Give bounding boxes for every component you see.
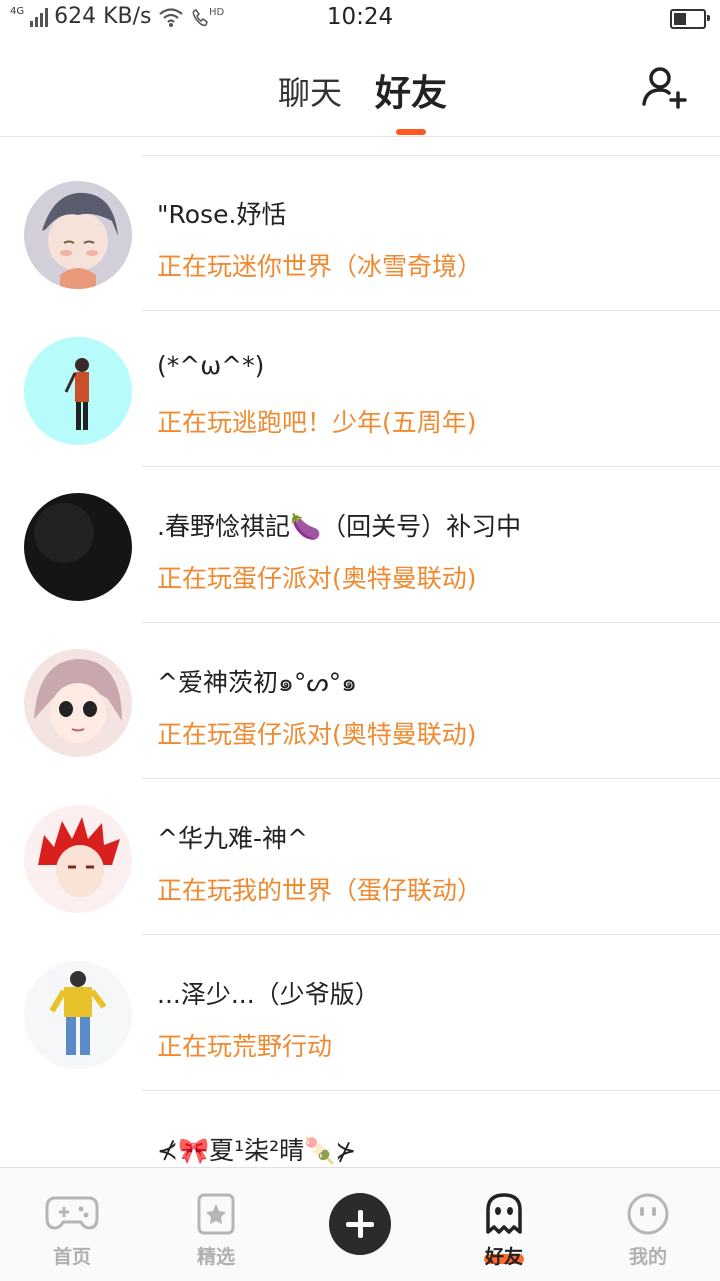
friend-status: 正在玩蛋仔派对(奥特曼联动) <box>157 564 477 593</box>
friend-item[interactable]: .春野惗祺記🍆（回关号）补习中 正在玩蛋仔派对(奥特曼联动) <box>0 467 720 623</box>
plus-icon[interactable] <box>329 1193 391 1255</box>
friend-name: .春野惗祺記🍆（回关号）补习中 <box>157 512 522 541</box>
friend-item[interactable]: ^爱神茨初๑°ᔕ°๑ 正在玩蛋仔派对(奥特曼联动) <box>0 623 720 779</box>
nav-me[interactable]: 我的 <box>576 1168 720 1281</box>
nav-friends-label: 好友 <box>484 1246 523 1268</box>
friend-status: 正在玩荒野行动 <box>157 1032 333 1061</box>
friend-name: (*^ω^*) <box>157 351 265 380</box>
friend-name: ^爱神茨初๑°ᔕ°๑ <box>157 668 357 697</box>
friend-status: 正在玩逃跑吧！少年(五周年) <box>157 408 477 437</box>
header: 聊天 好友 <box>0 38 720 137</box>
friend-status: 正在玩迷你世界（冰雪奇境） <box>157 252 483 281</box>
friend-item[interactable]: (*^ω^*) 正在玩逃跑吧！少年(五周年) <box>0 311 720 467</box>
tab-chat[interactable]: 聊天 <box>278 68 342 114</box>
friend-avatar[interactable] <box>24 649 132 757</box>
friend-avatar[interactable] <box>24 493 132 601</box>
friend-name: ^华九难-神^ <box>157 824 308 853</box>
battery-cap <box>707 15 710 21</box>
bottom-nav: 首页 精选 好友 我的 <box>0 1167 720 1281</box>
nav-home[interactable]: 首页 <box>0 1168 144 1281</box>
friend-avatar[interactable] <box>24 1117 132 1167</box>
friend-list[interactable]: "Rose.妤恬 正在玩迷你世界（冰雪奇境） (*^ω^*) 正在玩逃跑吧！少年… <box>0 137 720 1167</box>
friend-item[interactable]: "Rose.妤恬 正在玩迷你世界（冰雪奇境） <box>0 155 720 311</box>
battery-icon <box>670 9 710 29</box>
friend-status: 正在玩我的世界（蛋仔联动） <box>157 876 483 905</box>
friend-avatar[interactable] <box>24 181 132 289</box>
ghost-icon <box>486 1193 522 1234</box>
friend-avatar[interactable] <box>24 961 132 1069</box>
friend-avatar[interactable] <box>24 337 132 445</box>
friend-name: "Rose.妤恬 <box>157 200 287 229</box>
active-tab-indicator <box>396 129 426 135</box>
star-bookmark-icon <box>197 1193 235 1235</box>
friend-item[interactable]: ...泽少...（少爷版） 正在玩荒野行动 <box>0 935 720 1091</box>
tab-friends[interactable]: 好友 <box>375 64 447 116</box>
add-user-icon[interactable] <box>640 64 690 114</box>
status-bar: 4G 624 KB/s HD 10:24 <box>0 0 720 38</box>
nav-friends[interactable]: 好友 <box>432 1168 576 1281</box>
clock: 10:24 <box>326 4 394 30</box>
face-icon <box>627 1193 669 1235</box>
friend-avatar[interactable] <box>24 805 132 913</box>
friend-item[interactable]: ⊀🎀夏¹柒²晴🍡⊁ <box>0 1091 720 1167</box>
nav-featured-label: 精选 <box>196 1246 235 1268</box>
nav-featured[interactable]: 精选 <box>144 1168 288 1281</box>
nav-me-label: 我的 <box>628 1246 667 1268</box>
friend-status: 正在玩蛋仔派对(奥特曼联动) <box>157 720 477 749</box>
friend-item[interactable]: ^华九难-神^ 正在玩我的世界（蛋仔联动） <box>0 779 720 935</box>
battery-fill <box>674 13 686 25</box>
friend-name: ⊀🎀夏¹柒²晴🍡⊁ <box>157 1136 357 1165</box>
nav-home-label: 首页 <box>52 1246 91 1268</box>
gamepad-icon <box>45 1196 99 1230</box>
friend-name: ...泽少...（少爷版） <box>157 980 380 1009</box>
